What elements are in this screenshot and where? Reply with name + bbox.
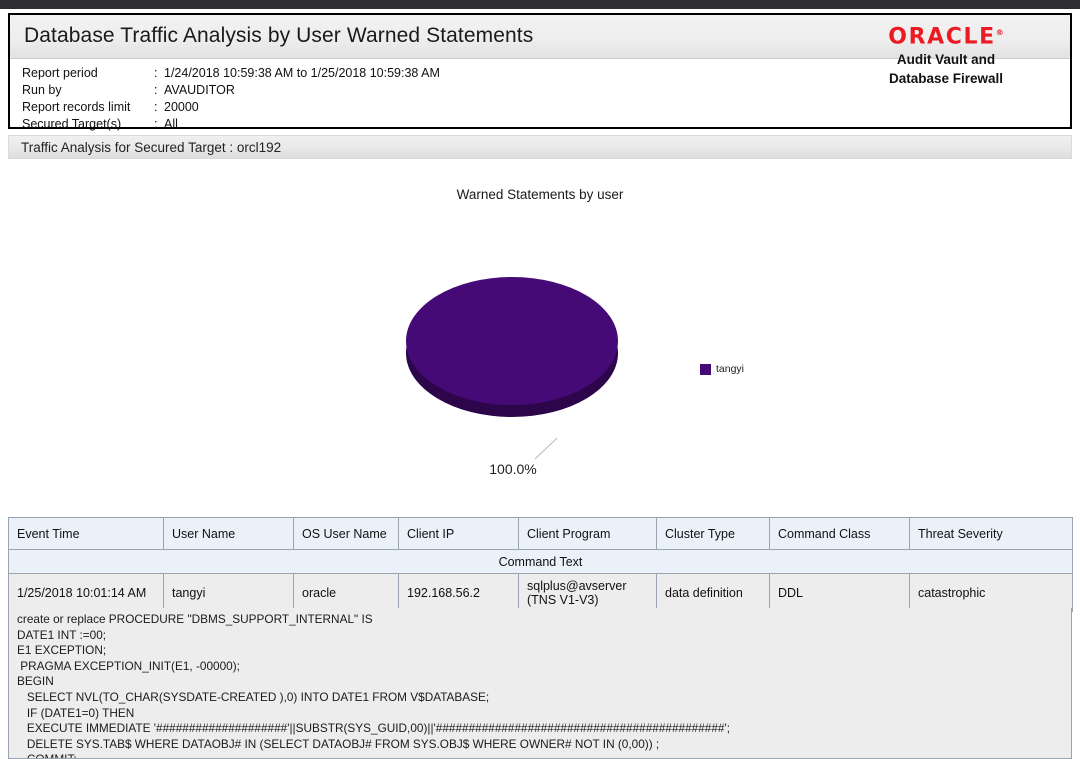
command-text-line: EXECUTE IMMEDIATE '####################'…: [17, 721, 730, 736]
column-header-os-user-name[interactable]: OS User Name: [293, 517, 399, 550]
command-text-line: create or replace PROCEDURE "DBMS_SUPPOR…: [17, 612, 373, 626]
column-header-command-class[interactable]: Command Class: [769, 517, 910, 550]
brand-subtitle-line2: Database Firewall: [888, 71, 1004, 87]
events-table: Event Time User Name OS User Name Client…: [8, 517, 1073, 612]
meta-colon-secured-targets: :: [154, 117, 158, 131]
legend-label-tangyi: tangyi: [716, 363, 745, 375]
pie-slice-tangyi: [406, 277, 618, 405]
report-metadata: Report period:1/24/2018 10:59:38 AM to 1…: [22, 65, 440, 133]
column-header-threat-severity[interactable]: Threat Severity: [909, 517, 1073, 550]
command-text-line: SELECT NVL(TO_CHAR(SYSDATE-CREATED ),0) …: [17, 689, 490, 704]
pie-chart-panel: Warned Statements by user 100.0% tangyi: [8, 161, 1072, 501]
meta-label-run-by: Run by: [22, 83, 62, 97]
command-text-line: PRAGMA EXCEPTION_INIT(E1, -00000);: [17, 658, 240, 673]
oracle-wordmark-text: ORACLE: [888, 24, 996, 50]
report-header-panel: Database Traffic Analysis by User Warned…: [8, 13, 1072, 131]
meta-colon-run-by: :: [154, 83, 158, 97]
oracle-brand-block: ORACLE® Audit Vault and Database Firewal…: [830, 21, 1062, 87]
cell-client-ip: 192.168.56.2: [398, 573, 519, 612]
cell-threat-severity: catastrophic: [909, 573, 1073, 612]
meta-label-report-period: Report period: [22, 66, 98, 80]
column-header-client-ip[interactable]: Client IP: [398, 517, 519, 550]
meta-colon-records-limit: :: [154, 100, 158, 114]
command-text-block: create or replace PROCEDURE "DBMS_SUPPOR…: [8, 608, 1072, 759]
section-band-label: Traffic Analysis for Secured Target : or…: [21, 140, 282, 155]
report-page: Database Traffic Analysis by User Warned…: [0, 9, 1080, 759]
cell-command-class: DDL: [769, 573, 910, 612]
column-header-command-text: Command Text: [8, 549, 1073, 574]
meta-label-secured-targets: Secured Target(s): [22, 117, 122, 131]
section-band: Traffic Analysis for Secured Target : or…: [8, 135, 1072, 159]
page-title: Database Traffic Analysis by User Warned…: [24, 24, 534, 47]
command-text-line: E1 EXCEPTION;: [17, 643, 107, 658]
registered-trademark-icon: ®: [995, 28, 1004, 37]
meta-label-records-limit: Report records limit: [22, 100, 131, 114]
column-header-user-name[interactable]: User Name: [163, 517, 294, 550]
meta-value-secured-targets: All: [164, 117, 178, 131]
command-text-line: COMMIT;: [17, 752, 1063, 758]
cell-cluster-type: data definition: [656, 573, 770, 612]
pie-data-label: 100.0%: [489, 461, 537, 477]
meta-row-report-period: Report period:1/24/2018 10:59:38 AM to 1…: [22, 65, 440, 82]
table-row[interactable]: 1/25/2018 10:01:14 AM tangyi oracle 192.…: [8, 573, 1073, 612]
command-text-line: DATE1 INT :=00;: [17, 627, 107, 642]
legend-swatch-tangyi: [700, 363, 711, 375]
chart-legend: tangyi: [700, 363, 744, 375]
chart-title: Warned Statements by user: [456, 187, 624, 202]
meta-colon-report-period: :: [154, 66, 158, 80]
pie-chart: [406, 277, 620, 427]
command-text-line: DELETE SYS.TAB$ WHERE DATAOBJ# IN (SELEC…: [17, 736, 660, 751]
table-header-row: Event Time User Name OS User Name Client…: [8, 517, 1073, 550]
command-text-header-row: Command Text: [8, 549, 1073, 574]
cell-os-user-name: oracle: [293, 573, 399, 612]
cell-event-time: 1/25/2018 10:01:14 AM: [8, 573, 164, 612]
oracle-logo: ORACLE®: [888, 21, 1003, 49]
column-header-client-program[interactable]: Client Program: [518, 517, 657, 550]
meta-row-run-by: Run by: AVAUDITOR: [22, 82, 440, 99]
column-header-event-time[interactable]: Event Time: [8, 517, 164, 550]
cell-client-program: sqlplus@avserver (TNS V1-V3): [518, 573, 657, 612]
column-header-cluster-type[interactable]: Cluster Type: [656, 517, 770, 550]
command-text-line: IF (DATE1=0) THEN: [17, 705, 135, 720]
pie-label-leader-line: [533, 437, 559, 461]
command-text-line: BEGIN: [17, 674, 54, 689]
meta-row-records-limit: Report records limit:20000: [22, 99, 440, 116]
meta-value-run-by: AVAUDITOR: [164, 83, 235, 97]
meta-value-records-limit: 20000: [164, 100, 199, 114]
meta-value-report-period: 1/24/2018 10:59:38 AM to 1/25/2018 10:59…: [164, 66, 440, 80]
meta-row-secured-targets: Secured Target(s): All: [22, 116, 440, 133]
brand-subtitle-line1: Audit Vault and: [896, 52, 996, 68]
cell-user-name: tangyi: [163, 573, 294, 612]
